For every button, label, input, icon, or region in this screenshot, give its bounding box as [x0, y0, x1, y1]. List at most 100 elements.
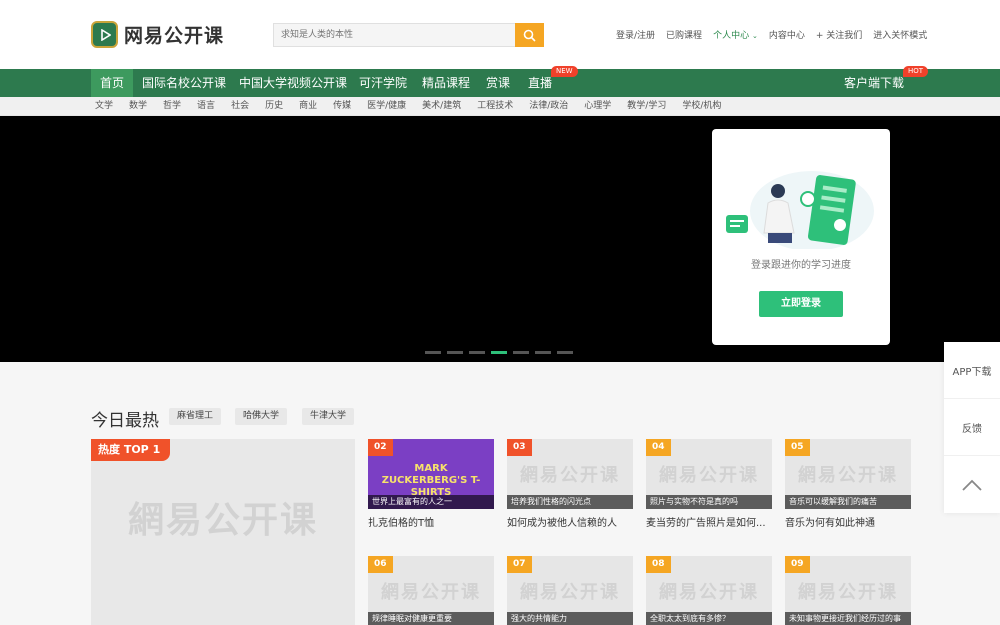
category-schools[interactable]: 学校/机构	[682, 97, 721, 116]
logo[interactable]: 网易公开课	[91, 21, 224, 48]
back-to-top-button[interactable]	[944, 456, 1000, 513]
login-button[interactable]: 立即登录	[759, 291, 843, 317]
course-thumbnail: 網易公开课 06 规律睡眠对健康更重要	[368, 556, 494, 625]
feedback-button[interactable]: 反馈	[944, 399, 1000, 456]
placeholder-logo: 網易公开课	[381, 582, 481, 603]
category-engineering[interactable]: 工程技术	[477, 97, 513, 116]
course-caption: 培养我们性格的闪光点	[507, 495, 633, 509]
search-bar	[273, 23, 544, 47]
placeholder-logo: 網易公开课	[520, 465, 620, 486]
course-card[interactable]: 網易公开课 03 培养我们性格的闪光点 如何成为被他人信赖的人	[507, 439, 633, 529]
app-download-button[interactable]: APP下载	[944, 342, 1000, 399]
client-download-link[interactable]: 客户端下载	[844, 69, 904, 97]
rank-badge: 08	[646, 556, 671, 573]
carousel-dot[interactable]	[447, 351, 463, 354]
course-title: 扎克伯格的T恤	[368, 518, 435, 529]
course-card[interactable]: 網易公开课 07 强大的共情能力	[507, 556, 633, 625]
tag-harvard[interactable]: 哈佛大学	[235, 408, 288, 425]
rank-badge: 05	[785, 439, 810, 456]
login-tip: 登录跟进你的学习进度	[751, 260, 851, 271]
placeholder-logo: 網易公开课	[659, 582, 759, 603]
nav-item-premium[interactable]: 精品课程	[422, 69, 470, 97]
nav-item-china-university[interactable]: 中国大学视频公开课	[239, 69, 347, 97]
purchased-courses-link[interactable]: 已购课程	[666, 28, 702, 41]
category-history[interactable]: 历史	[265, 97, 283, 116]
course-thumbnail: 網易公开课 08 全职太太到底有多惨？	[646, 556, 772, 625]
search-icon	[523, 29, 536, 42]
course-title: 麦当劳的广告照片是如何...	[646, 518, 766, 529]
banner-carousel[interactable]: 登录跟进你的学习进度 立即登录	[0, 116, 1000, 362]
nav-item-live[interactable]: 直播	[528, 69, 552, 97]
content-center-link[interactable]: 内容中心	[769, 28, 805, 41]
category-literature[interactable]: 文学	[95, 97, 113, 116]
search-button[interactable]	[515, 23, 544, 47]
follow-us-link[interactable]: + 关注我们	[816, 28, 862, 41]
carousel-dot[interactable]	[425, 351, 441, 354]
course-thumbnail: 網易公开课 03 培养我们性格的闪光点	[507, 439, 633, 509]
course-card[interactable]: 網易公开课 04 照片与实物不符是真的吗 麦当劳的广告照片是如何...	[646, 439, 772, 529]
placeholder-logo: 網易公开课	[520, 582, 620, 603]
category-education[interactable]: 教学/学习	[627, 97, 666, 116]
carousel-dot[interactable]	[513, 351, 529, 354]
chevron-up-icon	[962, 479, 982, 491]
logo-text: 网易公开课	[124, 25, 225, 47]
tag-oxford[interactable]: 牛津大学	[302, 408, 355, 425]
course-caption: 规律睡眠对健康更重要	[368, 612, 494, 625]
search-input[interactable]	[273, 23, 515, 47]
category-art[interactable]: 美术/建筑	[422, 97, 461, 116]
category-business[interactable]: 商业	[299, 97, 317, 116]
side-float-bar: APP下载 反馈	[944, 342, 1000, 513]
featured-course-card[interactable]: 热度 TOP 1 網易公开课	[91, 439, 355, 625]
course-card[interactable]: 網易公开课 08 全职太太到底有多惨？	[646, 556, 772, 625]
login-card: 登录跟进你的学习进度 立即登录	[712, 129, 890, 345]
course-caption: 强大的共情能力	[507, 612, 633, 625]
category-medicine[interactable]: 医学/健康	[367, 97, 406, 116]
section-title: 今日最热	[91, 411, 159, 431]
play-icon	[91, 21, 118, 48]
nav-item-khan-academy[interactable]: 可汗学院	[359, 69, 407, 97]
page: 网易公开课 登录/注册 已购课程 个人中心 ⌄ 内容中心 + 关注我们 进入关怀…	[0, 0, 1000, 625]
tag-mit[interactable]: 麻省理工	[169, 408, 222, 425]
category-law[interactable]: 法律/政治	[529, 97, 568, 116]
course-caption: 未知事物更接近我们经历过的事	[785, 612, 911, 625]
nav-item-international[interactable]: 国际名校公开课	[142, 69, 226, 97]
carousel-dot[interactable]	[557, 351, 573, 354]
rank-badge: 02	[368, 439, 393, 456]
placeholder-logo: 網易公开课	[127, 500, 318, 541]
carousel-dot[interactable]	[469, 351, 485, 354]
category-media[interactable]: 传媒	[333, 97, 351, 116]
carousel-dot[interactable]	[535, 351, 551, 354]
login-register-link[interactable]: 登录/注册	[616, 28, 655, 41]
category-psychology[interactable]: 心理学	[584, 97, 611, 116]
course-thumbnail: 網易公开课 05 音乐可以缓解我们的痛苦	[785, 439, 911, 509]
carousel-dot-active[interactable]	[491, 351, 507, 354]
nav-item-appreciation[interactable]: 赏课	[486, 69, 510, 97]
new-badge: NEW	[551, 66, 578, 77]
category-philosophy[interactable]: 哲学	[163, 97, 181, 116]
category-language[interactable]: 语言	[197, 97, 215, 116]
course-caption: 全职太太到底有多惨？	[646, 612, 772, 625]
rank-badge: 03	[507, 439, 532, 456]
rank-badge: 06	[368, 556, 393, 573]
nav-item-home[interactable]: 首页	[91, 69, 134, 97]
header: 网易公开课 登录/注册 已购课程 个人中心 ⌄ 内容中心 + 关注我们 进入关怀…	[0, 0, 1000, 69]
course-thumbnail: 網易公开课 07 强大的共情能力	[507, 556, 633, 625]
course-card[interactable]: 網易公开课 09 未知事物更接近我们经历过的事	[785, 556, 911, 625]
course-title: 如何成为被他人信赖的人	[507, 518, 617, 529]
carousel-dots	[425, 351, 579, 354]
category-society[interactable]: 社会	[231, 97, 249, 116]
course-thumbnail: MARK ZUCKERBERG'S T-SHIRTS 02 世界上最富有的人之一	[368, 439, 494, 509]
main-nav: 首页 国际名校公开课 中国大学视频公开课 可汗学院 精品课程 赏课 直播 NEW…	[0, 66, 1000, 97]
course-card[interactable]: MARK ZUCKERBERG'S T-SHIRTS 02 世界上最富有的人之一…	[368, 439, 494, 529]
course-card[interactable]: 網易公开课 06 规律睡眠对健康更重要	[368, 556, 494, 625]
personal-center-link[interactable]: 个人中心 ⌄	[713, 28, 758, 41]
care-mode-link[interactable]: 进入关怀模式	[873, 28, 927, 41]
category-math[interactable]: 数学	[129, 97, 147, 116]
course-card[interactable]: 網易公开课 05 音乐可以缓解我们的痛苦 音乐为何有如此神通	[785, 439, 911, 529]
chevron-down-icon: ⌄	[751, 32, 758, 40]
category-bar: 文学 数学 哲学 语言 社会 历史 商业 传媒 医学/健康 美术/建筑 工程技术…	[0, 97, 1000, 116]
thumbnail-text: MARK ZUCKERBERG'S T-SHIRTS	[381, 463, 481, 498]
hot-badge: HOT	[903, 66, 929, 77]
top-links: 登录/注册 已购课程 个人中心 ⌄ 内容中心 + 关注我们 进入关怀模式	[616, 28, 927, 41]
course-title: 音乐为何有如此神通	[785, 518, 875, 529]
